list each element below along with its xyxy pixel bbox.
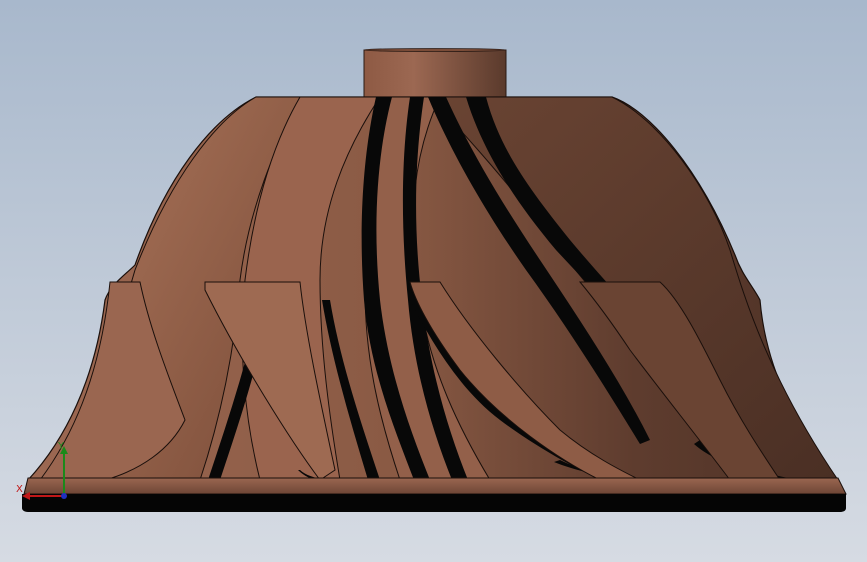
impeller-model[interactable] [0, 0, 867, 562]
shaft-hub[interactable] [363, 48, 507, 103]
triad-axes [22, 446, 68, 500]
graphics-viewport[interactable]: Y X [0, 0, 867, 562]
y-axis-label: Y [58, 441, 65, 452]
base-disc[interactable] [22, 477, 847, 512]
z-axis-dot [61, 493, 67, 499]
x-axis-label: X [16, 484, 23, 495]
coordinate-triad: Y X [12, 438, 76, 508]
x-axis-arrow [22, 492, 30, 500]
